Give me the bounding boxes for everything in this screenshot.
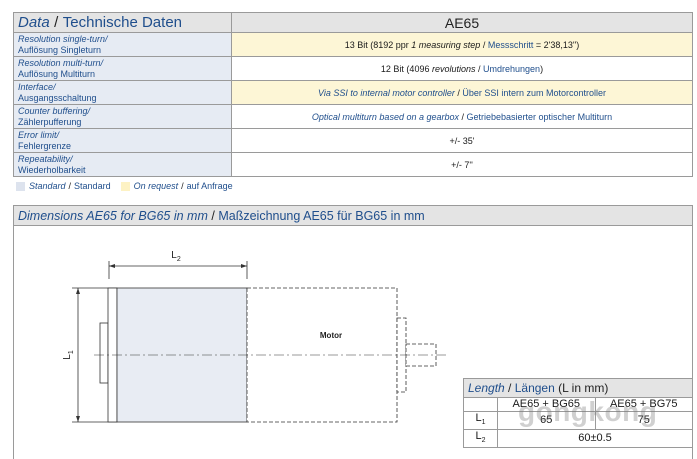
value-post: = 2'38,13'')	[533, 39, 580, 50]
legend-sep: /	[68, 181, 72, 191]
value-sep: /	[480, 39, 488, 50]
spec-value: Via SSI to internal motor controller / Ü…	[231, 80, 693, 105]
title-de: Technische Daten	[62, 13, 183, 31]
spec-table-title: Data / Technische Daten	[13, 12, 232, 33]
standard-swatch	[16, 181, 25, 191]
spec-table: Data / Technische Daten AE65 Resolution …	[13, 12, 693, 177]
value-en: 1 measuring step	[411, 39, 481, 50]
label-en: Resolution multi-turn/	[18, 57, 104, 68]
spec-row-interface: Interface/ Ausgangsschaltung Via SSI to …	[13, 80, 693, 105]
value-de: Umdrehungen	[483, 63, 541, 74]
label-de: Auflösung Multiturn	[18, 68, 96, 79]
legend-standard-en: Standard	[29, 181, 66, 191]
length-table-row-l2: L2 60±0.5	[463, 429, 693, 449]
value-sep: /	[459, 111, 467, 122]
spec-row-counter-buffering: Counter buffering/ Zählerpufferung Optic…	[13, 104, 693, 129]
legend-sep: /	[181, 181, 184, 191]
value-en: Via SSI to internal motor controller	[318, 87, 455, 98]
symbol-sub: 2	[481, 437, 486, 445]
row-symbol: L2	[463, 429, 498, 449]
label-en: Interface/	[18, 81, 56, 92]
svg-text:L1: L1	[62, 350, 75, 360]
column-ae65-bg75: AE65 + BG75	[594, 397, 693, 412]
length-table: Length / Längen (L in mm) AE65 + BG65 AE…	[463, 378, 693, 449]
legend-standard-de: Standard	[74, 181, 111, 191]
length-title-sep: /	[508, 380, 512, 395]
label-de: Zählerpufferung	[18, 116, 82, 127]
title-sep: /	[54, 13, 59, 31]
symbol-sub: 1	[481, 419, 486, 427]
value-de: Getriebebasierter optischer Multiturn	[466, 111, 613, 122]
spec-value: +/- 7''	[231, 152, 693, 177]
length-table-title: Length / Längen (L in mm)	[463, 378, 693, 398]
spec-value: +/- 35'	[231, 128, 693, 153]
l1-sub: 1	[68, 350, 75, 354]
spec-label: Interface/ Ausgangsschaltung	[13, 80, 232, 105]
length-title-en: Length	[468, 380, 505, 395]
value-pre: +/- 7''	[451, 159, 473, 170]
column-ae65-bg65: AE65 + BG65	[497, 397, 596, 412]
value-pre: +/- 35'	[449, 135, 475, 146]
model-name: AE65	[231, 12, 693, 33]
spec-label: Resolution single-turn/ Auflösung Single…	[13, 32, 232, 57]
length-table-row-l1: L1 65 75	[463, 410, 693, 431]
value-pre: 13 Bit (8192 ppr	[344, 39, 412, 50]
label-en: Counter buffering/	[18, 105, 91, 116]
value-en: Optical multiturn based on a gearbox	[311, 111, 459, 122]
spec-value: 12 Bit (4096 revolutions / Umdrehungen)	[231, 56, 693, 81]
l2-dimension: L2	[108, 250, 248, 279]
label-de: Wiederholbarkeit	[18, 164, 86, 175]
spec-label: Error limit/ Fehlergrenze	[13, 128, 232, 153]
value-post: )	[540, 63, 544, 74]
label-en: Resolution single-turn/	[18, 33, 108, 44]
value-en: revolutions	[431, 63, 476, 74]
legend-request-de: auf Anfrage	[186, 181, 233, 191]
l1-bg65-value: 65	[497, 410, 596, 431]
spec-row-repeatability: Repeatability/ Wiederholbarkeit +/- 7''	[13, 152, 693, 177]
length-title-de: Längen	[514, 380, 555, 395]
spec-row-resolution-single: Resolution single-turn/ Auflösung Single…	[13, 32, 693, 57]
l2-sub: 2	[177, 256, 181, 263]
label-en: Error limit/	[18, 129, 59, 140]
legend-request-en: On request	[133, 181, 179, 191]
spec-label: Resolution multi-turn/ Auflösung Multitu…	[13, 56, 232, 81]
spec-label: Repeatability/ Wiederholbarkeit	[13, 152, 232, 177]
length-title-unit: (L in mm)	[558, 380, 609, 395]
legend: Standard / Standard On request / auf Anf…	[16, 181, 233, 191]
label-de: Ausgangsschaltung	[18, 92, 97, 103]
spec-row-resolution-multi: Resolution multi-turn/ Auflösung Multitu…	[13, 56, 693, 81]
empty-cell	[463, 397, 498, 412]
length-table-header: Length / Längen (L in mm)	[463, 378, 693, 398]
value-de: Messschritt	[487, 39, 534, 50]
l1-bg75-value: 75	[594, 410, 693, 431]
spec-table-header: Data / Technische Daten AE65	[13, 12, 693, 33]
spec-value: Optical multiturn based on a gearbox / G…	[231, 104, 693, 129]
l2-value: 60±0.5	[497, 429, 693, 449]
value-de: Über SSI intern zum Motorcontroller	[462, 87, 606, 98]
label-en: Repeatability/	[18, 153, 73, 164]
spec-label: Counter buffering/ Zählerpufferung	[13, 104, 232, 129]
request-swatch	[120, 181, 130, 191]
length-table-column-row: AE65 + BG65 AE65 + BG75	[463, 397, 693, 412]
value-sep: /	[475, 63, 484, 74]
svg-text:L2: L2	[171, 250, 181, 263]
label-de: Fehlergrenze	[18, 140, 72, 151]
title-en: Data	[18, 13, 50, 31]
motor-label: Motor	[320, 331, 342, 340]
row-symbol: L1	[463, 410, 498, 431]
label-de: Auflösung Singleturn	[18, 44, 102, 55]
value-pre: 12 Bit (4096	[380, 63, 432, 74]
spec-row-error-limit: Error limit/ Fehlergrenze +/- 35'	[13, 128, 693, 153]
spec-value: 13 Bit (8192 ppr 1 measuring step / Mess…	[231, 32, 693, 57]
